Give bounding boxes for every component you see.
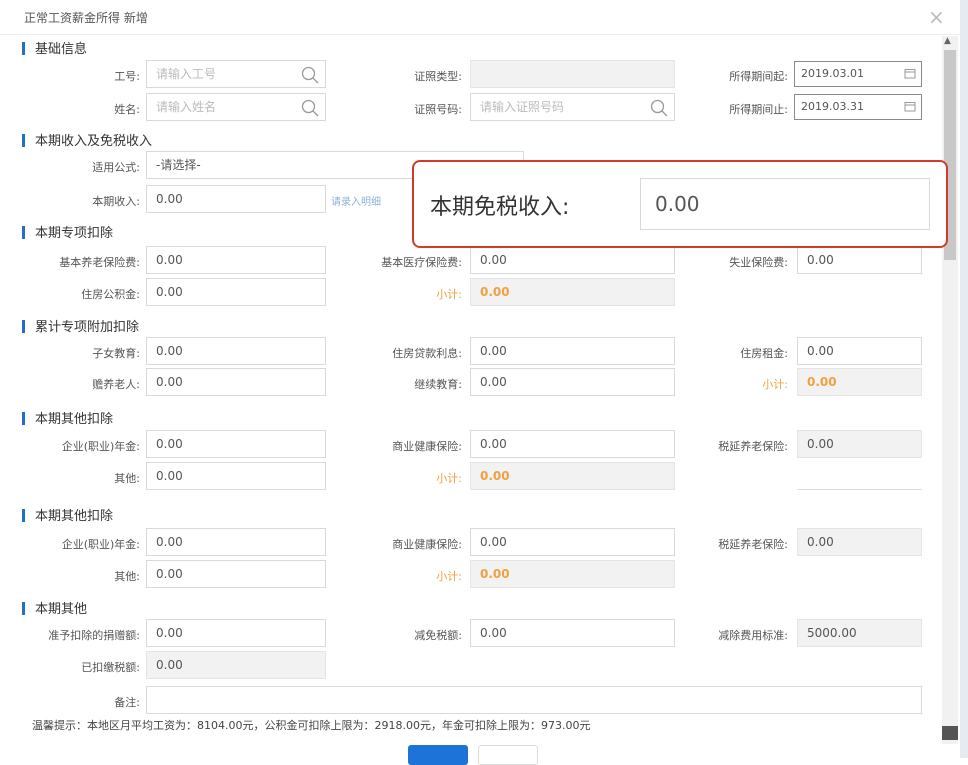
emp-no-input[interactable]: 请输入工号 [146, 60, 326, 88]
other-subtotal-value: 0.00 [470, 462, 675, 490]
other-subtotal-label: 小计: [436, 472, 462, 485]
annuity-input[interactable]: 0.00 [146, 430, 326, 458]
emp-no-label: 工号: [114, 70, 140, 83]
paid-tax-value: 0.00 [146, 651, 326, 679]
tax-relief-label: 减免税额: [414, 629, 462, 642]
section-basic-heading: 基础信息 [22, 38, 87, 57]
dialog-titlebar: 正常工资薪金所得 新增 × [0, 0, 960, 35]
tip-note: 温馨提示：本地区月平均工资为：8104.00元，公积金可扣除上限为：2918.0… [32, 719, 591, 732]
continuing-edu-label: 继续教育: [414, 378, 462, 391]
highlight-callout: 本期免税收入: 0.00 [412, 160, 948, 248]
other-input[interactable]: 0.00 [146, 560, 326, 588]
tax-exempt-income-label: 本期免税收入: [430, 195, 570, 220]
health-insurance-label: 商业健康保险: [392, 440, 462, 453]
tax-deferred-pension-label: 税延养老保险: [718, 440, 788, 453]
tax-relief-input[interactable]: 0.00 [470, 619, 675, 647]
pension-label: 基本养老保险费: [59, 256, 140, 269]
section-misc-heading: 本期其他 [22, 598, 87, 617]
period-start-input[interactable]: 2019.03.01 [794, 61, 922, 87]
name-label: 姓名: [114, 103, 140, 116]
section-income-heading: 本期收入及免税收入 [22, 130, 152, 149]
unemployment-input[interactable]: 0.00 [797, 246, 922, 274]
search-icon[interactable] [301, 66, 319, 84]
annuity-label: 企业(职业)年金: [61, 440, 140, 453]
divider [797, 489, 922, 490]
remark-input[interactable] [146, 686, 922, 714]
id-no-label: 证照号码: [414, 103, 462, 116]
children-edu-label: 子女教育: [92, 347, 140, 360]
scrollbar[interactable]: ▲ [942, 36, 958, 744]
id-type-select[interactable] [470, 60, 675, 88]
remark-label: 备注: [114, 696, 140, 709]
other-input[interactable]: 0.00 [146, 462, 326, 490]
calendar-icon[interactable] [904, 101, 916, 112]
tax-deferred-pension-value: 0.00 [797, 430, 922, 458]
donation-label: 准予扣除的捐赠额: [48, 629, 140, 642]
dialog-title: 正常工资薪金所得 新增 [24, 11, 148, 25]
detail-entry-link[interactable]: 请录入明细 [331, 193, 381, 208]
additional-subtotal-label: 小计: [762, 378, 788, 391]
search-icon[interactable] [301, 99, 319, 117]
annuity-input[interactable]: 0.00 [146, 528, 326, 556]
income-input[interactable]: 0.00 [146, 185, 326, 213]
special-subtotal-value: 0.00 [470, 278, 675, 306]
name-input[interactable]: 请输入姓名 [146, 93, 326, 121]
children-edu-input[interactable]: 0.00 [146, 337, 326, 365]
tax-deferred-pension-value: 0.00 [797, 528, 922, 556]
id-no-input[interactable]: 请输入证照号码 [470, 93, 675, 121]
other-label: 其他: [114, 472, 140, 485]
other-subtotal-value: 0.00 [470, 560, 675, 588]
health-insurance-input[interactable]: 0.00 [470, 528, 675, 556]
window-edge [960, 0, 968, 758]
elderly-support-label: 赡养老人: [92, 378, 140, 391]
annuity-label: 企业(职业)年金: [61, 538, 140, 551]
rent-label: 住房租金: [740, 347, 788, 360]
deduction-standard-value: 5000.00 [797, 619, 922, 647]
deduction-standard-label: 减除费用标准: [718, 629, 788, 642]
confirm-button[interactable] [408, 745, 468, 765]
housing-fund-input[interactable]: 0.00 [146, 278, 326, 306]
tax-exempt-income-input[interactable]: 0.00 [640, 178, 930, 230]
health-insurance-label: 商业健康保险: [392, 538, 462, 551]
section-other-deduction-heading: 本期其他扣除 [22, 505, 113, 524]
rent-input[interactable]: 0.00 [797, 337, 922, 365]
other-label: 其他: [114, 570, 140, 583]
section-other-deduction-heading: 本期其他扣除 [22, 408, 113, 427]
other-subtotal-label: 小计: [436, 570, 462, 583]
medical-input[interactable]: 0.00 [470, 246, 675, 274]
scroll-down-button[interactable] [942, 726, 958, 740]
loan-interest-input[interactable]: 0.00 [470, 337, 675, 365]
health-insurance-input[interactable]: 0.00 [470, 430, 675, 458]
special-subtotal-label: 小计: [436, 288, 462, 301]
paid-tax-label: 已扣缴税额: [81, 661, 140, 674]
tax-deferred-pension-label: 税延养老保险: [718, 538, 788, 551]
income-label: 本期收入: [92, 195, 140, 208]
medical-label: 基本医疗保险费: [381, 256, 462, 269]
search-icon[interactable] [650, 99, 668, 117]
period-end-input[interactable]: 2019.03.31 [794, 94, 922, 120]
close-icon[interactable]: × [928, 5, 945, 29]
loan-interest-label: 住房贷款利息: [392, 347, 462, 360]
unemployment-label: 失业保险费: [729, 256, 788, 269]
housing-fund-label: 住房公积金: [81, 288, 140, 301]
section-additional-heading: 累计专项附加扣除 [22, 316, 139, 335]
additional-subtotal-value: 0.00 [797, 368, 922, 396]
calendar-icon[interactable] [904, 68, 916, 79]
dialog: 正常工资薪金所得 新增 × ▲ 基础信息 工号: 请输入工号 证照类型: 所得期… [0, 0, 968, 765]
formula-label: 适用公式: [92, 161, 140, 174]
cancel-button[interactable] [478, 745, 538, 765]
period-end-label: 所得期间止: [729, 103, 788, 116]
elderly-support-input[interactable]: 0.00 [146, 368, 326, 396]
continuing-edu-input[interactable]: 0.00 [470, 368, 675, 396]
scroll-up-icon[interactable]: ▲ [944, 36, 951, 46]
pension-input[interactable]: 0.00 [146, 246, 326, 274]
donation-input[interactable]: 0.00 [146, 619, 326, 647]
id-type-label: 证照类型: [414, 70, 462, 83]
section-special-heading: 本期专项扣除 [22, 222, 113, 241]
period-start-label: 所得期间起: [729, 70, 788, 83]
